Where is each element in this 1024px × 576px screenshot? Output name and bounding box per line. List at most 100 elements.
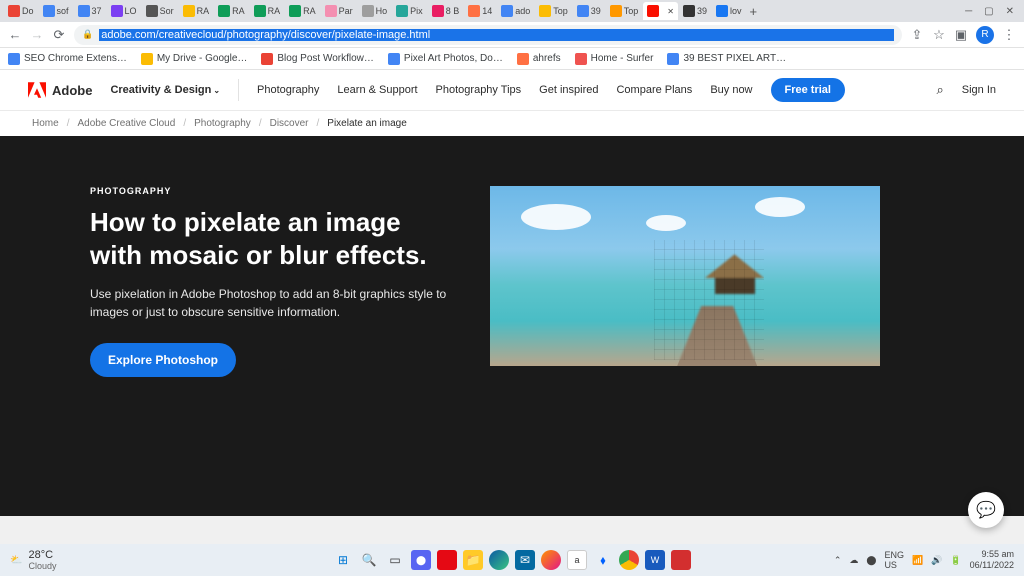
taskbar-app[interactable]: ⬤	[411, 550, 431, 570]
adobe-logo[interactable]: Adobe	[28, 82, 92, 98]
tab-label: Par	[339, 6, 353, 16]
browser-tab[interactable]: Pix	[392, 2, 427, 20]
wifi-icon[interactable]: 📶	[912, 555, 923, 566]
file-explorer-icon[interactable]: 📁	[463, 550, 483, 570]
nav-inspired[interactable]: Get inspired	[539, 84, 598, 96]
browser-tab[interactable]: Do	[4, 2, 38, 20]
onedrive-icon[interactable]: ☁	[849, 555, 858, 566]
crumb-home[interactable]: Home	[32, 118, 59, 129]
crumb-cc[interactable]: Adobe Creative Cloud	[77, 118, 175, 129]
tab-label: sof	[57, 6, 69, 16]
nav-buy[interactable]: Buy now	[710, 84, 752, 96]
chrome-icon[interactable]	[619, 550, 639, 570]
tab-close-icon[interactable]: ✕	[667, 7, 674, 16]
browser-tabstrip: Dosof37LOSorRARARARAParHoPix8 B14adoTop3…	[0, 0, 1024, 22]
tab-label: 39	[591, 6, 601, 16]
edge-icon[interactable]	[489, 550, 509, 570]
task-view-icon[interactable]: ▭	[385, 550, 405, 570]
start-button[interactable]: ⊞	[333, 550, 353, 570]
explore-photoshop-button[interactable]: Explore Photoshop	[90, 343, 236, 377]
window-maximize-icon[interactable]: ▢	[984, 6, 993, 17]
nav-creativity[interactable]: Creativity & Design⌄	[110, 84, 220, 96]
address-bar[interactable]: 🔒 adobe.com/creativecloud/photography/di…	[74, 25, 902, 45]
new-tab-button[interactable]: +	[746, 2, 762, 20]
forward-button[interactable]: →	[30, 28, 44, 42]
taskbar-clock[interactable]: 9:55 am 06/11/2022	[970, 549, 1014, 571]
favicon-icon	[501, 5, 513, 17]
bookmark-item[interactable]: SEO Chrome Extens…	[8, 53, 127, 65]
bookmark-favicon-icon	[667, 53, 679, 65]
tray-chevron-icon[interactable]: ⌃	[834, 555, 842, 566]
taskbar-search-icon[interactable]: 🔍	[359, 550, 379, 570]
bookmark-item[interactable]: My Drive - Google…	[141, 53, 248, 65]
free-trial-button[interactable]: Free trial	[771, 78, 845, 102]
breadcrumb: Home/ Adobe Creative Cloud/ Photography/…	[0, 110, 1024, 136]
browser-menu-icon[interactable]: ⋮	[1002, 28, 1016, 42]
window-close-icon[interactable]: ✕	[1006, 6, 1014, 17]
crumb-discover[interactable]: Discover	[270, 118, 309, 129]
nav-tips[interactable]: Photography Tips	[436, 84, 522, 96]
taskbar-app[interactable]	[437, 550, 457, 570]
taskbar-app[interactable]	[671, 550, 691, 570]
nav-photography[interactable]: Photography	[257, 84, 319, 96]
browser-tab[interactable]: RA	[250, 2, 285, 20]
browser-tab[interactable]: RA	[179, 2, 214, 20]
tray-icon[interactable]: ⬤	[866, 555, 876, 566]
taskbar-app[interactable]: a	[567, 550, 587, 570]
window-minimize-icon[interactable]: ─	[965, 6, 972, 17]
word-icon[interactable]: W	[645, 550, 665, 570]
bookmark-label: My Drive - Google…	[157, 53, 248, 64]
browser-tab[interactable]: 14	[464, 2, 496, 20]
nav-learn[interactable]: Learn & Support	[337, 84, 417, 96]
dropbox-icon[interactable]: ⬧	[593, 550, 613, 570]
nav-compare[interactable]: Compare Plans	[616, 84, 692, 96]
browser-tab[interactable]: 37	[74, 2, 106, 20]
tab-label: RA	[268, 6, 281, 16]
bookmark-item[interactable]: 39 BEST PIXEL ART…	[667, 53, 786, 65]
browser-tab[interactable]: sof	[39, 2, 73, 20]
bookmark-item[interactable]: ahrefs	[517, 53, 561, 65]
back-button[interactable]: ←	[8, 28, 22, 42]
favicon-icon	[146, 5, 158, 17]
profile-avatar[interactable]: R	[976, 26, 994, 44]
reload-button[interactable]: ⟳	[52, 28, 66, 42]
favicon-icon	[78, 5, 90, 17]
bookmark-item[interactable]: Home - Surfer	[575, 53, 654, 65]
taskbar-weather[interactable]: ⛅ 28°C Cloudy	[10, 549, 56, 571]
bookmark-label: 39 BEST PIXEL ART…	[683, 53, 786, 64]
bookmark-favicon-icon	[8, 53, 20, 65]
browser-tab[interactable]: Top	[535, 2, 572, 20]
language-indicator[interactable]: ENGUS	[884, 550, 904, 570]
extensions-icon[interactable]: ▣	[954, 28, 968, 42]
chat-fab[interactable]: 💬	[968, 492, 1004, 528]
weather-icon: ⛅	[10, 555, 22, 566]
share-icon[interactable]: ⇪	[910, 28, 924, 42]
browser-tab[interactable]: ado	[497, 2, 534, 20]
bookmark-star-icon[interactable]: ☆	[932, 28, 946, 42]
bookmark-item[interactable]: Blog Post Workflow…	[261, 53, 374, 65]
tab-label: 8 B	[446, 6, 460, 16]
browser-tab[interactable]: Sor	[142, 2, 178, 20]
browser-tab[interactable]: LO	[107, 2, 141, 20]
crumb-photo[interactable]: Photography	[194, 118, 251, 129]
firefox-icon[interactable]	[541, 550, 561, 570]
url-text: adobe.com/creativecloud/photography/disc…	[99, 29, 894, 41]
browser-tab[interactable]: RA	[285, 2, 320, 20]
search-icon[interactable]: ⌕	[936, 82, 943, 98]
browser-tab[interactable]: 39	[573, 2, 605, 20]
battery-icon[interactable]: 🔋	[950, 555, 961, 566]
browser-tab[interactable]: Ho	[358, 2, 392, 20]
browser-tab[interactable]: Par	[321, 2, 357, 20]
browser-tab[interactable]: Top	[606, 2, 643, 20]
volume-icon[interactable]: 🔊	[931, 555, 942, 566]
browser-tab[interactable]: RA	[214, 2, 249, 20]
browser-tab[interactable]: 39	[679, 2, 711, 20]
signin-link[interactable]: Sign In	[962, 84, 996, 96]
tab-label: ado	[515, 6, 530, 16]
browser-tab[interactable]: lov	[712, 2, 746, 20]
browser-tab[interactable]: 8 B	[428, 2, 464, 20]
taskbar-app[interactable]: ✉	[515, 550, 535, 570]
bookmark-item[interactable]: Pixel Art Photos, Do…	[388, 53, 503, 65]
favicon-icon	[610, 5, 622, 17]
browser-tab[interactable]: ✕	[643, 2, 678, 20]
